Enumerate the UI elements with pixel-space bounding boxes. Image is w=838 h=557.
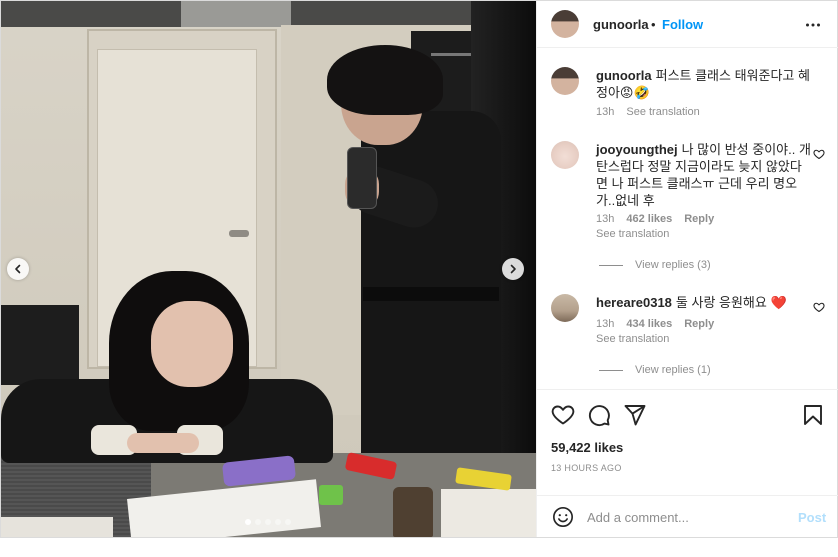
- comments-list[interactable]: gunoorla 퍼스트 클래스 태워준다고 혜정아😡🤣 13h See trans…: [537, 48, 838, 388]
- caption-meta: 13h See translation: [596, 106, 712, 118]
- view-replies-button[interactable]: View replies (1): [599, 364, 711, 376]
- carousel-prev-button[interactable]: [7, 258, 29, 280]
- comment-like-heart-icon[interactable]: [813, 148, 825, 160]
- comment-input[interactable]: [587, 504, 787, 530]
- header-username[interactable]: gunoorla: [593, 17, 649, 32]
- instagram-post: gunoorla • Follow gunoorla 퍼스트 클래스 태워준다고 …: [0, 0, 838, 538]
- emoji-icon[interactable]: [552, 506, 574, 528]
- more-horizontal-icon[interactable]: [805, 17, 821, 33]
- photo-man-belt: [363, 287, 499, 301]
- comment-likes[interactable]: 434 likes: [626, 318, 672, 330]
- chevron-left-icon: [15, 264, 21, 274]
- caption-time[interactable]: 13h: [596, 106, 614, 118]
- view-replies-button[interactable]: View replies (3): [599, 259, 711, 271]
- post-photo[interactable]: [1, 1, 536, 537]
- photo-door-handle: [229, 230, 249, 237]
- comment-username[interactable]: jooyoungthej: [596, 142, 678, 157]
- comment-meta: 13h 434 likes Reply: [596, 318, 726, 330]
- photo-woman-hands: [127, 433, 199, 453]
- carousel-dot: [245, 519, 251, 525]
- avatar[interactable]: [551, 141, 579, 169]
- add-comment-row: Post: [537, 495, 838, 539]
- caption: gunoorla 퍼스트 클래스 태워준다고 혜정아😡🤣 13h See trans…: [537, 67, 838, 127]
- comment-body: hereare0318 둘 사랑 응원해요 ❤️: [596, 294, 811, 311]
- post-comment-button[interactable]: Post: [798, 510, 826, 525]
- carousel-next-button[interactable]: [502, 258, 524, 280]
- comment-icon[interactable]: [587, 403, 611, 427]
- carousel-dot: [265, 519, 271, 525]
- see-translation-link[interactable]: See translation: [626, 106, 699, 118]
- photo-man-body: [361, 111, 501, 461]
- comment-item: hereare0318 둘 사랑 응원해요 ❤️ 13h 434 likes Repl…: [537, 294, 838, 384]
- caption-body: gunoorla 퍼스트 클래스 태워준다고 혜정아😡🤣: [596, 67, 811, 101]
- view-replies-label[interactable]: View replies (1): [635, 364, 711, 376]
- post-side-panel: gunoorla • Follow gunoorla 퍼스트 클래스 태워준다고 …: [536, 1, 838, 539]
- reply-button[interactable]: Reply: [684, 318, 714, 330]
- photo-man-hair: [327, 45, 443, 115]
- carousel-dot: [285, 519, 291, 525]
- carousel-dots: [238, 519, 298, 525]
- header-separator: •: [651, 17, 656, 32]
- comment-username[interactable]: hereare0318: [596, 295, 672, 310]
- carousel-dot: [275, 519, 281, 525]
- comment-like-heart-icon[interactable]: [813, 301, 825, 313]
- replies-line: [599, 264, 623, 266]
- avatar[interactable]: [551, 294, 579, 322]
- avatar[interactable]: [551, 67, 579, 95]
- post-actions: 59,422 likes 13 HOURS AGO Post: [537, 389, 838, 539]
- photo-glass: [393, 487, 433, 537]
- reply-button[interactable]: Reply: [684, 213, 714, 225]
- follow-button[interactable]: Follow: [662, 17, 703, 32]
- comment-time[interactable]: 13h: [596, 318, 614, 330]
- comment-body: jooyoungthej 나 많이 반성 중이야.. 개탄스럽다 정말 지금이라도…: [596, 141, 811, 209]
- photo-paper: [441, 489, 536, 537]
- photo-man-phone: [347, 147, 377, 209]
- caption-username[interactable]: gunoorla: [596, 68, 652, 83]
- heart-icon[interactable]: [551, 403, 575, 427]
- photo-bag: [1, 305, 79, 385]
- comment-text: 둘 사랑 응원해요 ❤️: [675, 295, 787, 310]
- comment-item: jooyoungthej 나 많이 반성 중이야.. 개탄스럽다 정말 지금이라도…: [537, 141, 838, 276]
- photo-paper: [1, 517, 113, 537]
- comment-time[interactable]: 13h: [596, 213, 614, 225]
- comment-likes[interactable]: 462 likes: [626, 213, 672, 225]
- likes-count[interactable]: 59,422 likes: [551, 440, 623, 455]
- share-icon[interactable]: [623, 403, 647, 427]
- post-header: gunoorla • Follow: [537, 1, 838, 48]
- avatar[interactable]: [551, 10, 579, 38]
- see-translation-link[interactable]: See translation: [596, 333, 669, 345]
- view-replies-label[interactable]: View replies (3): [635, 259, 711, 271]
- chevron-right-icon: [510, 264, 516, 274]
- post-timestamp[interactable]: 13 HOURS AGO: [551, 463, 622, 473]
- photo-woman-face: [151, 301, 233, 387]
- photo-ceiling-light: [181, 1, 291, 27]
- see-translation-link[interactable]: See translation: [596, 228, 669, 240]
- photo-snack: [319, 485, 343, 505]
- bookmark-icon[interactable]: [801, 403, 825, 427]
- carousel-dot: [255, 519, 261, 525]
- replies-line: [599, 369, 623, 371]
- comment-meta: 13h 462 likes Reply: [596, 213, 726, 225]
